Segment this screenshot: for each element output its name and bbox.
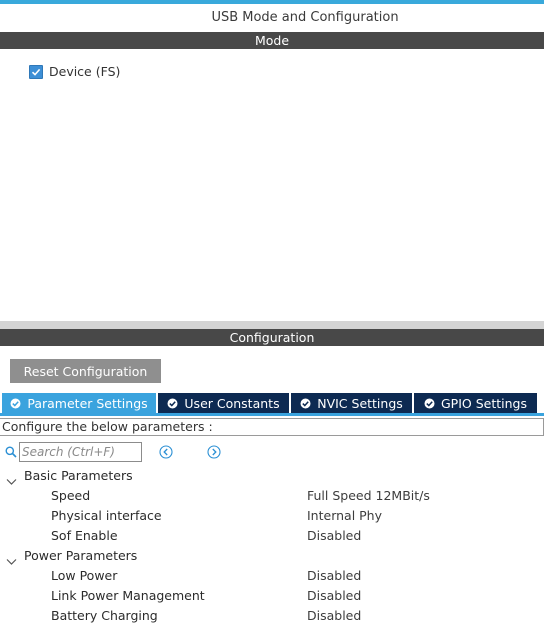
param-name: Physical interface [51,508,162,523]
param-row-link-power-management[interactable]: Link Power Management Disabled [0,586,544,606]
tab-user-constants[interactable]: User Constants [158,393,289,413]
device-fs-option[interactable]: Device (FS) [29,64,120,79]
search-icon [5,446,17,461]
param-value[interactable]: Disabled [307,606,361,626]
group-label: Power Parameters [24,548,138,563]
device-fs-label: Device (FS) [49,64,121,79]
param-value[interactable]: Disabled [307,586,361,606]
tab-parameter-settings[interactable]: Parameter Settings [2,393,156,413]
reset-configuration-button[interactable]: Reset Configuration [10,359,161,383]
param-value[interactable]: Full Speed 12MBit/s [307,486,430,506]
window-title: USB Mode and Configuration [211,10,399,25]
param-row-sof-enable[interactable]: Sof Enable Disabled [0,526,544,546]
tab-label: Parameter Settings [27,395,148,411]
check-circle-icon [300,398,311,409]
group-power-parameters[interactable]: Power Parameters [0,546,544,566]
group-basic-parameters[interactable]: Basic Parameters [0,466,544,486]
param-name: Battery Charging [51,608,158,623]
device-fs-checkbox[interactable] [29,64,43,79]
check-circle-icon [424,398,435,409]
param-name: Speed [51,488,91,503]
tab-label: User Constants [184,395,280,411]
param-value[interactable]: Disabled [307,566,361,586]
check-circle-icon [167,398,178,409]
param-name: Low Power [51,568,118,583]
param-value[interactable]: Internal Phy [307,506,382,526]
tab-gpio-settings[interactable]: GPIO Settings [414,393,537,413]
param-row-battery-charging[interactable]: Battery Charging Disabled [0,606,544,626]
tab-nvic-settings[interactable]: NVIC Settings [291,393,412,413]
configuration-section-header: Configuration [0,329,544,346]
check-icon [31,68,41,76]
group-label: Basic Parameters [24,468,133,483]
config-tabs: Parameter Settings User Constants NVIC S… [2,393,539,413]
chevron-left-circle-icon[interactable] [159,445,173,459]
panel-splitter[interactable] [0,321,544,329]
param-row-low-power[interactable]: Low Power Disabled [0,566,544,586]
tab-label: NVIC Settings [317,395,403,411]
configure-instruction: Configure the below parameters : [0,418,544,436]
param-name: Sof Enable [51,528,118,543]
param-row-speed[interactable]: Speed Full Speed 12MBit/s [0,486,544,506]
param-name: Link Power Management [51,588,205,603]
check-circle-icon [10,398,21,409]
param-value[interactable]: Disabled [307,526,361,546]
chevron-right-circle-icon[interactable] [207,445,221,459]
param-row-physical-interface[interactable]: Physical interface Internal Phy [0,506,544,526]
tab-label: GPIO Settings [441,395,527,411]
top-accent-bar [0,0,544,4]
tab-underline [0,413,544,416]
search-input[interactable] [19,442,142,462]
mode-section-header: Mode [0,32,544,49]
